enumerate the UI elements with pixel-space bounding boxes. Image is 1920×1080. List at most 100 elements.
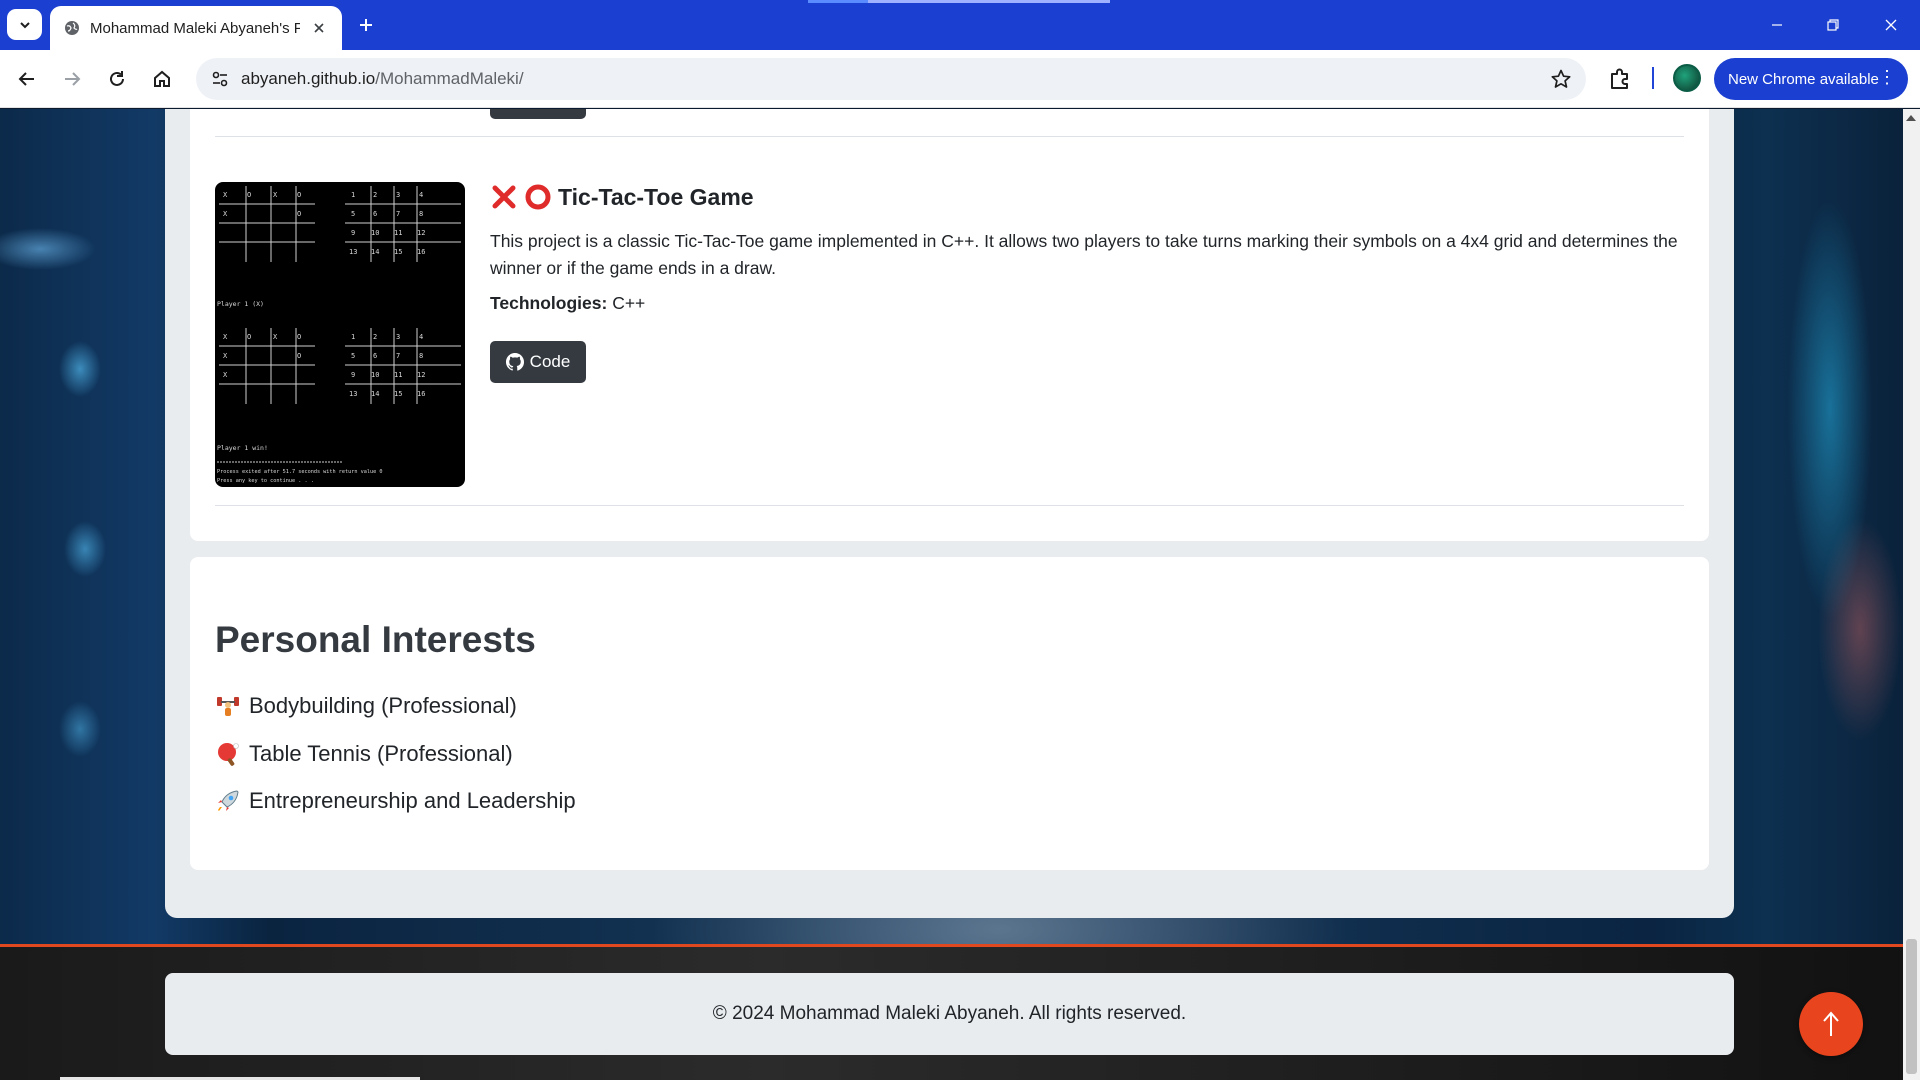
forward-button[interactable] <box>55 62 89 96</box>
ping-pong-icon <box>218 743 239 766</box>
url-path: /MohammadMaleki/ <box>375 69 524 88</box>
back-button[interactable] <box>10 62 44 96</box>
arrow-left-icon <box>18 72 34 86</box>
svg-text:15: 15 <box>394 248 402 256</box>
code-button-label: Code <box>529 352 571 371</box>
footer-copyright: © 2024 Mohammad Maleki Abyaneh. All righ… <box>712 1003 1187 1024</box>
star-icon[interactable] <box>1550 68 1572 90</box>
new-tab-button[interactable] <box>353 12 379 38</box>
svg-text:10: 10 <box>371 371 379 379</box>
home-icon <box>154 70 170 87</box>
arrow-right-icon <box>65 72 81 86</box>
svg-text:O: O <box>297 352 301 360</box>
svg-text:5: 5 <box>351 352 355 360</box>
weightlifting-icon <box>217 697 239 716</box>
cross-mark-icon <box>492 185 516 209</box>
tab-strip-highlight-accent <box>808 0 868 3</box>
code-button[interactable]: Code <box>490 341 586 383</box>
restore-button[interactable] <box>1810 8 1856 42</box>
thumb-win-line: Player 1 win! <box>217 444 268 452</box>
tab-title: Mohammad Maleki Abyaneh's Portfolio <box>90 20 300 37</box>
svg-text:3: 3 <box>396 333 400 341</box>
close-icon <box>1885 19 1897 31</box>
interest-item: Bodybuilding (Professional) <box>215 693 517 719</box>
project-thumbnail: XOXO XO 2341 5678 9 10 11 12 13 14 15 16 XOXO … <box>215 182 465 487</box>
address-bar[interactable]: abyaneh.github.io/MohammadMaleki/ <box>196 58 1586 100</box>
svg-text:11: 11 <box>394 371 402 379</box>
interest-item: Entrepreneurship and Leadership <box>215 788 576 814</box>
svg-text:O: O <box>297 210 301 218</box>
svg-text:9: 9 <box>351 371 355 379</box>
restore-icon <box>1827 19 1839 31</box>
svg-text:16: 16 <box>417 390 425 398</box>
scroll-up-arrow[interactable] <box>1906 115 1916 121</box>
home-button[interactable] <box>145 62 179 96</box>
tune-icon[interactable] <box>210 69 230 89</box>
svg-text:X: X <box>273 191 278 199</box>
update-label: New Chrome available <box>1728 70 1879 88</box>
svg-text:4: 4 <box>419 191 423 199</box>
svg-text:O: O <box>297 333 301 341</box>
svg-text:8: 8 <box>419 210 423 218</box>
interests-heading: Personal Interests <box>215 619 536 660</box>
browser-titlebar: Mohammad Maleki Abyaneh's Portfolio <box>0 0 1920 50</box>
profile-avatar[interactable] <box>1673 64 1701 92</box>
svg-text:16: 16 <box>417 248 425 256</box>
project-title-text: Tic-Tac-Toe Game <box>558 183 754 210</box>
tab-search-button[interactable] <box>7 9 42 40</box>
plus-icon <box>360 19 372 31</box>
svg-text:O: O <box>247 333 251 341</box>
kebab-icon: ⋮ <box>1878 67 1896 87</box>
tab-active[interactable]: Mohammad Maleki Abyaneh's Portfolio <box>50 6 342 50</box>
svg-text:13: 13 <box>349 390 357 398</box>
close-icon <box>314 23 324 33</box>
url-host: abyaneh.github.io <box>241 69 376 88</box>
url-text[interactable]: abyaneh.github.io/MohammadMaleki/ <box>241 69 524 89</box>
footer-box: © 2024 Mohammad Maleki Abyaneh. All righ… <box>165 973 1734 1055</box>
github-icon <box>505 353 524 371</box>
back-to-top-button[interactable] <box>1799 992 1863 1056</box>
toolbar-separator <box>1652 67 1654 89</box>
puzzle-icon[interactable] <box>1606 65 1634 93</box>
svg-text:O: O <box>247 191 251 199</box>
project-technologies: Technologies: C++ <box>490 293 645 314</box>
scrollbar-thumb[interactable] <box>1906 939 1917 1074</box>
svg-text:5: 5 <box>351 210 355 218</box>
svg-text:12: 12 <box>417 371 425 379</box>
interest-item: Table Tennis (Professional) <box>215 741 513 767</box>
project-divider <box>215 505 1684 506</box>
svg-text:6: 6 <box>373 352 377 360</box>
tab-close-button[interactable] <box>308 17 330 39</box>
svg-text:1: 1 <box>351 333 355 341</box>
svg-text:2: 2 <box>373 191 377 199</box>
reload-icon <box>110 71 124 86</box>
svg-text:X: X <box>273 333 278 341</box>
project-description: This project is a classic Tic-Tac-Toe ga… <box>490 231 1678 278</box>
svg-text:9: 9 <box>351 229 355 237</box>
svg-text:13: 13 <box>349 248 357 256</box>
svg-text:X: X <box>223 352 228 360</box>
svg-text:11: 11 <box>394 229 402 237</box>
interest-label: Bodybuilding (Professional) <box>249 693 517 718</box>
page-viewport: XOXO XO 2341 5678 9 10 11 12 13 14 15 16 XOXO … <box>0 109 1920 1080</box>
globe-icon <box>65 21 79 35</box>
svg-text:14: 14 <box>371 248 379 256</box>
svg-text:1: 1 <box>351 191 355 199</box>
new-chrome-available-button[interactable]: New Chrome available ⋮ <box>1714 58 1908 100</box>
svg-text:X: X <box>223 371 228 379</box>
tech-label: Technologies: <box>490 293 608 313</box>
svg-text:10: 10 <box>371 229 379 237</box>
svg-text:7: 7 <box>396 210 400 218</box>
svg-text:6: 6 <box>373 210 377 218</box>
circle-icon <box>525 184 551 210</box>
reload-button[interactable] <box>100 62 134 96</box>
project-title: Tic-Tac-Toe Game <box>490 183 754 211</box>
previous-code-button[interactable] <box>490 109 586 119</box>
thumb-press-line: Press any key to continue . . . <box>217 478 314 484</box>
scrollbar[interactable] <box>1903 109 1920 1080</box>
minimize-button[interactable] <box>1754 8 1800 42</box>
chevron-down-icon <box>19 21 30 28</box>
close-window-button[interactable] <box>1868 8 1914 42</box>
thumb-player-line: Player 1 (X) <box>217 300 264 308</box>
interest-label: Entrepreneurship and Leadership <box>249 788 576 813</box>
